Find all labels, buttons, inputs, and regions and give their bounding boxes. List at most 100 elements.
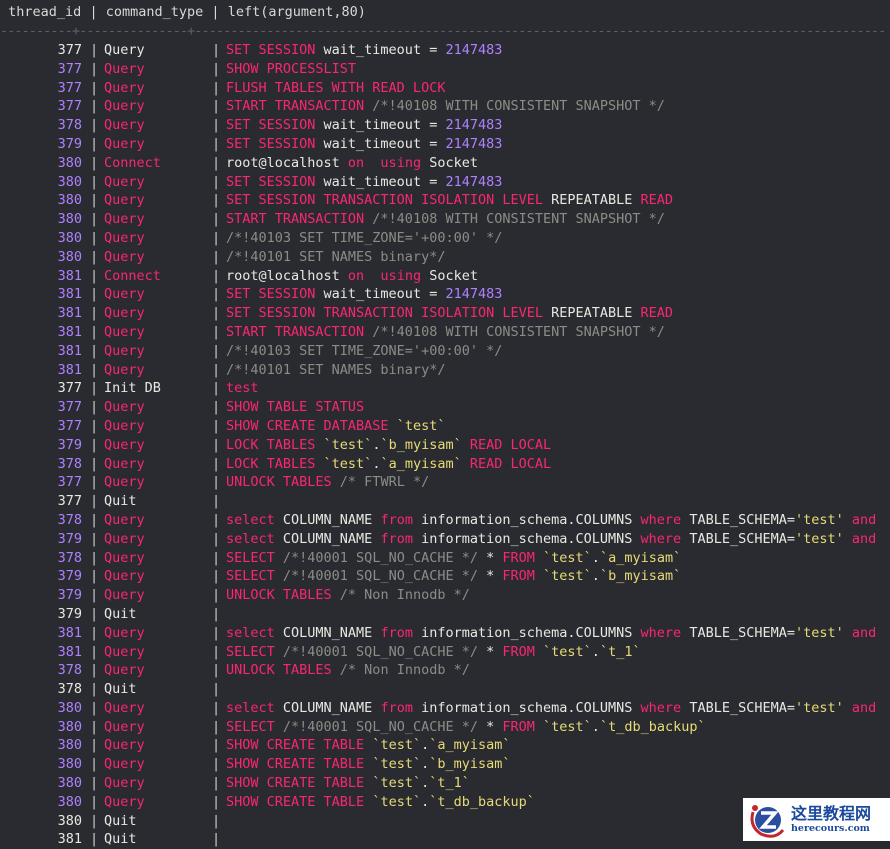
pipe: | [90, 117, 99, 134]
sql-token: * [477, 568, 503, 585]
command-type: Query [104, 474, 145, 491]
pipe: | [90, 229, 99, 246]
pipe: | [212, 662, 221, 679]
thread-id: 381 [57, 342, 82, 359]
sql-token: TABLE_SCHEMA= [681, 699, 795, 716]
table-row: 380 | Query | SHOW CREATE TABLE `test`.`a_my… [0, 736, 890, 755]
table-row: 378 | Quit | [0, 680, 890, 699]
argument: SHOW CREATE TABLE `test`.`t_1` [226, 774, 470, 793]
table-row: 380 | Query | SET SESSION TRANSACTION ISOLAT… [0, 191, 890, 210]
thread-id: 378 [57, 511, 82, 528]
command-type: Query [104, 718, 145, 735]
sql-token: where [640, 624, 682, 641]
argument: select COLUMN_NAME from information_sche… [226, 511, 876, 530]
table-row: 381 | Query | select COLUMN_NAME from inform… [0, 624, 890, 643]
sql-token: `test` [323, 455, 373, 472]
sql-token: `test` [543, 549, 592, 566]
table-row: 377 | Init DB | test [0, 379, 890, 398]
sql-token: SHOW CREATE TABLE [226, 756, 373, 773]
sql-token: /*!40103 SET TIME_ZONE='+00:00' */ [226, 229, 503, 246]
pipe: | [90, 399, 99, 416]
pipe: | [90, 79, 99, 96]
thread-id: 380 [57, 248, 82, 265]
sql-token: and [843, 699, 877, 716]
pipe: | [90, 474, 99, 491]
sql-token: `t_db_backup` [429, 793, 535, 810]
pipe: | [212, 154, 221, 171]
pipe: | [90, 605, 99, 622]
sql-token: COLUMN_NAME [274, 699, 381, 716]
header-command-type: command_type [105, 4, 204, 20]
watermark-cn: 这里教程网 [791, 803, 872, 823]
table-row: 377 | Query | FLUSH TABLES WITH READ LOCK [0, 79, 890, 98]
thread-id: 377 [57, 399, 82, 416]
command-type: Query [104, 342, 145, 359]
command-type: Query [104, 643, 145, 660]
thread-id: 380 [57, 718, 82, 735]
table-row: 381 | Query | /*!40101 SET NAMES binary*/ [0, 361, 890, 380]
sql-token: SET SESSION TRANSACTION ISOLATION LEVEL [226, 305, 543, 322]
sql-token: /*!40101 SET NAMES binary*/ [226, 248, 446, 265]
pipe: | [90, 549, 99, 566]
sql-token: SET SESSION [226, 117, 316, 134]
argument: START TRANSACTION /*!40108 WITH CONSISTE… [226, 323, 665, 342]
sql-token: . [591, 718, 600, 735]
argument: START TRANSACTION /*!40108 WITH CONSISTE… [226, 210, 665, 229]
table-row: 379 | Quit | [0, 605, 890, 624]
pipe: | [90, 361, 99, 378]
table-row: 379 | Query | LOCK TABLES `test`.`b_myisam` … [0, 436, 890, 455]
command-type: Query [104, 699, 145, 716]
thread-id: 380 [57, 173, 82, 190]
sql-token: on using [347, 154, 422, 171]
thread-id: 379 [57, 568, 82, 585]
thread-id: 378 [57, 549, 82, 566]
sql-token: from [380, 511, 413, 528]
argument: FLUSH TABLES WITH READ LOCK [226, 79, 445, 98]
pipe: | [212, 361, 221, 378]
pipe: | [90, 493, 99, 510]
sql-token: `test` [396, 417, 446, 434]
pipe: | [90, 154, 99, 171]
sql-token: Socket [421, 267, 478, 284]
argument: LOCK TABLES `test`.`a_myisam` READ LOCAL [226, 455, 551, 474]
sql-token: UNLOCK TABLES [226, 587, 332, 604]
sql-token: SELECT [226, 549, 275, 566]
sql-token: COLUMN_NAME [274, 511, 381, 528]
command-type: Quit [104, 812, 137, 829]
sql-token: select [226, 530, 275, 547]
table-row: 380 | Query | SET SESSION wait_timeout = 214… [0, 173, 890, 192]
pipe: | [90, 305, 99, 322]
argument: SET SESSION wait_timeout = 2147483 [226, 116, 502, 135]
pipe: | [212, 192, 221, 209]
sql-token: /*!40108 WITH CONSISTENT SNAPSHOT */ [364, 211, 665, 228]
pipe: | [212, 117, 221, 134]
sql-token: from [380, 624, 413, 641]
command-type: Query [104, 399, 145, 416]
table-row: 381 | Query | SELECT /*!40001 SQL_NO_CACHE *… [0, 643, 890, 662]
sql-token: SET SESSION [226, 286, 316, 303]
sql-token: 'test' [794, 624, 844, 641]
thread-id: 380 [57, 229, 82, 246]
command-type: Query [104, 173, 145, 190]
pipe: | [90, 60, 99, 77]
command-type: Query [104, 455, 145, 472]
table-row: 377 | Query | UNLOCK TABLES /* FTWRL */ [0, 473, 890, 492]
command-type: Query [104, 60, 145, 77]
sql-token: FROM [502, 643, 544, 660]
sql-token: where [640, 511, 682, 528]
sql-token: `test` [543, 568, 592, 585]
sql-token: and [843, 511, 877, 528]
command-type: Query [104, 79, 145, 96]
sql-token: /*!40103 SET TIME_ZONE='+00:00' */ [226, 342, 503, 359]
sql-token: SHOW TABLE STATUS [226, 399, 365, 416]
sql-token: /* Non Innodb */ [331, 587, 470, 604]
thread-id: 377 [57, 380, 82, 397]
command-type: Query [104, 248, 145, 265]
argument: SHOW CREATE TABLE `test`.`b_myisam` [226, 755, 511, 774]
watermark: 这里教程网 herecours.com [743, 798, 890, 841]
sql-token: READ LOCAL [461, 436, 552, 453]
pipe: | [212, 417, 221, 434]
sql-token: `test` [323, 436, 373, 453]
pipe: | [90, 511, 99, 528]
sql-token: wait_timeout = [315, 173, 446, 190]
